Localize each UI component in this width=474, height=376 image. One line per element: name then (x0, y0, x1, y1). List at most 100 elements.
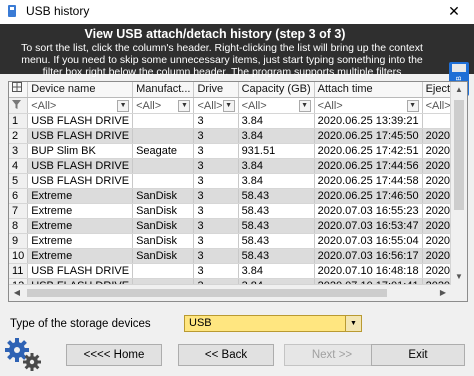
home-button[interactable]: <<<< Home (66, 344, 162, 366)
cell-row-number: 6 (9, 188, 29, 204)
scroll-down-icon[interactable]: ▼ (451, 269, 467, 285)
next-button[interactable]: Next >> (284, 344, 380, 366)
scroll-up-icon[interactable]: ▲ (451, 82, 467, 98)
vertical-scrollbar[interactable]: ▲ ▼ (450, 82, 467, 285)
scroll-right-icon[interactable]: ▶ (435, 285, 451, 301)
cell-drive: 3 (193, 113, 239, 129)
table-row[interactable]: 3 BUP Slim BK Seagate 3 931.51 2020.06.25 17:… (9, 143, 451, 159)
cell-manufacturer: SanDisk (132, 188, 195, 204)
column-header-capacity[interactable]: Capacity (GB) (238, 82, 315, 98)
cell-eject-time: 2020.07.03 16:56:08 (422, 248, 451, 264)
storage-type-label: Type of the storage devices (10, 318, 151, 330)
column-header-attach-time[interactable]: Attach time (314, 82, 423, 98)
window-title: USB history (26, 4, 90, 18)
cell-capacity: 3.84 (238, 173, 315, 189)
column-header-drive[interactable]: Drive (193, 82, 239, 98)
cell-device-name: USB FLASH DRIVE (27, 113, 134, 129)
cell-row-number: 7 (9, 203, 29, 219)
history-table: Device name Manufact... Drive Capacity (… (8, 81, 468, 302)
filter-capacity[interactable]: <All> ▼ (238, 97, 315, 114)
chevron-down-icon[interactable]: ▼ (406, 99, 419, 112)
cell-row-number: 4 (9, 158, 29, 174)
header-banner: View USB attach/detach history (step 3 o… (0, 24, 474, 96)
cell-drive: 3 (193, 143, 239, 159)
cell-drive: 3 (193, 263, 239, 279)
grid-icon (12, 82, 22, 92)
table-row[interactable]: 5 USB FLASH DRIVE 3 3.84 2020.06.25 17:44:58… (9, 173, 451, 189)
gears-icon (5, 338, 41, 371)
cell-manufacturer: SanDisk (132, 203, 195, 219)
horizontal-scrollbar[interactable]: ◀ ▶ (9, 284, 451, 301)
chevron-down-icon[interactable]: ▼ (178, 99, 191, 112)
cell-capacity: 3.84 (238, 263, 315, 279)
cell-eject-time: 2020.06.25 17:44:50 (422, 158, 451, 174)
scroll-thumb[interactable] (454, 100, 464, 210)
table-viewport: Device name Manufact... Drive Capacity (… (9, 82, 451, 285)
cell-manufacturer (132, 128, 195, 144)
column-header-eject-time[interactable]: Eject time (422, 82, 451, 98)
table-row[interactable]: 2 USB FLASH DRIVE 3 3.84 2020.06.25 17:45:50… (9, 128, 451, 144)
close-button[interactable]: ✕ (434, 0, 474, 24)
cell-drive: 3 (193, 158, 239, 174)
filter-placeholder: <All> (31, 99, 57, 112)
back-button[interactable]: << Back (178, 344, 274, 366)
cell-manufacturer: SanDisk (132, 218, 195, 234)
cell-row-number: 8 (9, 218, 29, 234)
column-header-manufacturer[interactable]: Manufact... (132, 82, 195, 98)
cell-attach-time: 2020.06.25 17:45:50 (314, 128, 423, 144)
cell-device-name: USB FLASH DRIVE (27, 128, 134, 144)
scroll-thumb-horizontal[interactable] (27, 289, 387, 297)
filter-drive[interactable]: <All> ▼ (193, 97, 239, 114)
table-row[interactable]: 4 USB FLASH DRIVE 3 3.84 2020.06.25 17:44:56… (9, 158, 451, 174)
exit-button[interactable]: Exit (371, 344, 465, 366)
header-corner[interactable] (9, 82, 29, 98)
cell-eject-time: 2020.06.25 17:48:04 (422, 128, 451, 144)
chevron-down-icon[interactable]: ▼ (345, 316, 361, 331)
cell-attach-time: 2020.06.25 17:44:56 (314, 158, 423, 174)
cell-device-name: Extreme (27, 188, 134, 204)
filter-placeholder: <All> (197, 99, 223, 112)
cell-capacity: 3.84 (238, 158, 315, 174)
storage-type-value: USB (189, 317, 212, 329)
chevron-down-icon[interactable]: ▼ (117, 99, 130, 112)
cell-capacity: 58.43 (238, 203, 315, 219)
filter-attach-time[interactable]: <All> ▼ (314, 97, 423, 114)
filter-placeholder: <All> (241, 99, 267, 112)
cell-drive: 3 (193, 188, 239, 204)
cell-device-name: Extreme (27, 233, 134, 249)
cell-attach-time: 2020.06.25 17:44:58 (314, 173, 423, 189)
cell-manufacturer (132, 173, 195, 189)
column-header-device-name[interactable]: Device name (27, 82, 134, 98)
cell-attach-time: 2020.06.25 13:39:21 (314, 113, 423, 129)
filter-eject-time[interactable]: <All>▼ (422, 97, 451, 114)
cell-attach-time: 2020.07.03 16:55:23 (314, 203, 423, 219)
cell-drive: 3 (193, 173, 239, 189)
usb-history-window: USB history ✕ View USB attach/detach his… (0, 0, 474, 376)
cell-device-name: USB FLASH DRIVE (27, 173, 134, 189)
cell-row-number: 2 (9, 128, 29, 144)
filter-device-name[interactable]: <All> ▼ (27, 97, 134, 114)
table-row[interactable]: 6 Extreme SanDisk 3 58.43 2020.06.25 17:46:50… (9, 188, 451, 204)
cell-attach-time: 2020.07.10 16:48:18 (314, 263, 423, 279)
scroll-left-icon[interactable]: ◀ (9, 285, 25, 301)
cell-device-name: Extreme (27, 203, 134, 219)
cell-capacity: 3.84 (238, 128, 315, 144)
filter-placeholder: <All> (317, 99, 343, 112)
table-row[interactable]: 9 Extreme SanDisk 3 58.43 2020.07.03 16:55:04… (9, 233, 451, 249)
cell-row-number: 5 (9, 173, 29, 189)
table-row[interactable]: 11 USB FLASH DRIVE 3 3.84 2020.07.10 16:48:1… (9, 263, 451, 279)
table-row[interactable]: 10 Extreme SanDisk 3 58.43 2020.07.03 16:56:1… (9, 248, 451, 264)
chevron-down-icon[interactable]: ▼ (222, 99, 235, 112)
table-row[interactable]: 8 Extreme SanDisk 3 58.43 2020.07.03 16:53:47… (9, 218, 451, 234)
storage-type-select[interactable]: USB ▼ (184, 315, 362, 332)
chevron-down-icon[interactable]: ▼ (298, 99, 311, 112)
table-row[interactable]: 7 Extreme SanDisk 3 58.43 2020.07.03 16:55:23… (9, 203, 451, 219)
table-row[interactable]: 1 USB FLASH DRIVE 3 3.84 2020.06.25 13:39:21 (9, 113, 451, 129)
cell-device-name: Extreme (27, 218, 134, 234)
cell-manufacturer: SanDisk (132, 233, 195, 249)
filter-row-marker (9, 97, 29, 114)
cell-eject-time: 2020.07.03 16:25:12 (422, 233, 451, 249)
cell-eject-time: 2020.07.01 17:07:04 (422, 203, 451, 219)
cell-capacity: 58.43 (238, 233, 315, 249)
filter-manufacturer[interactable]: <All> ▼ (132, 97, 195, 114)
